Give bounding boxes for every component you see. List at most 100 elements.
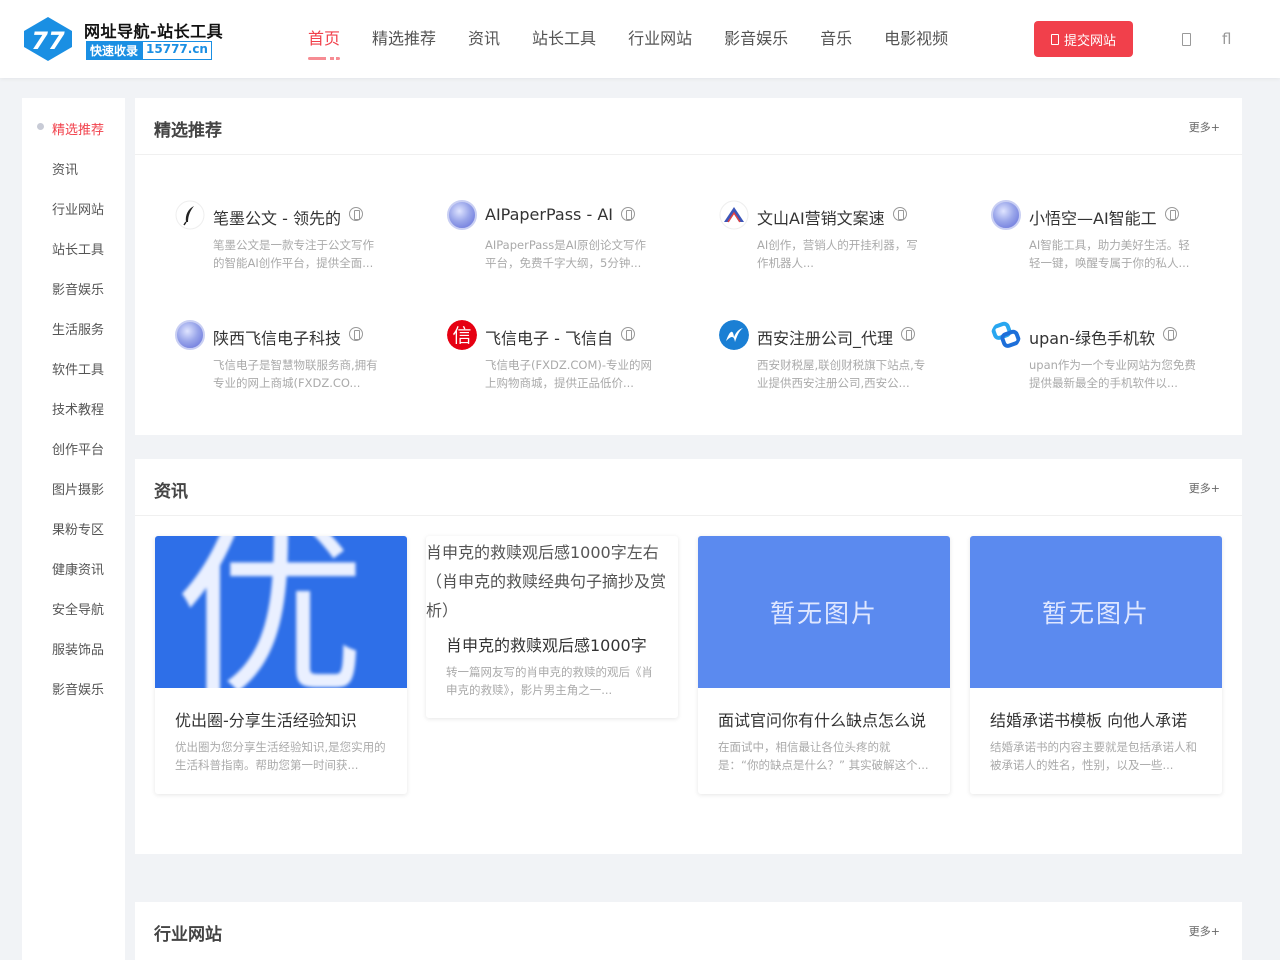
news-more-link[interactable]: 更多+ [1189, 480, 1220, 496]
xin-seal-char: 信 [452, 325, 471, 347]
site-desc: AIPaperPass是AI原创论文写作平台，免费千字大纲，5分钟... [485, 238, 647, 270]
news-card-desc: 在面试中，相信最让各位头疼的就是：“你的缺点是什么？” 其实破解这个... [718, 740, 929, 772]
site-name: 笔墨公文 - 领先的 [213, 209, 341, 228]
mountain-icon [719, 200, 749, 230]
info-icon[interactable] [349, 207, 363, 221]
site-logo[interactable]: 77 网址导航-站长工具 快速收录 15777.cn [22, 15, 224, 63]
site-desc: AI创作，营销人的开挂利器，写作机器人... [757, 238, 918, 270]
sidebar-item-featured[interactable]: 精选推荐 [52, 119, 104, 138]
sidebar-item-apple[interactable]: 果粉专区 [52, 519, 104, 538]
site-card[interactable]: 西安注册公司_代理 西安财税屋,联创财税旗下站点,专业提供西安注册公司,西安公.… [717, 320, 967, 420]
site-name: 文山AI营销文案速 [757, 209, 885, 228]
site-card[interactable]: 笔墨公文 - 领先的 笔墨公文是一款专注于公文写作的智能AI创作平台，提供全面.… [173, 200, 423, 300]
industry-more-link[interactable]: 更多+ [1189, 923, 1220, 939]
news-thumbnail: 优 [155, 536, 407, 688]
sidebar-item-tutorials[interactable]: 技术教程 [52, 399, 104, 418]
info-icon[interactable] [621, 327, 635, 341]
info-icon[interactable] [349, 327, 363, 341]
sidebar-item-webmaster[interactable]: 站长工具 [52, 239, 104, 258]
no-image-placeholder: 暂无图片 [970, 536, 1222, 688]
news-card[interactable]: 肖申克的救赎观后感1000字左右（肖申克的救赎经典句子摘抄及赏析） 肖申克的救赎… [426, 536, 678, 718]
news-title: 资讯 [154, 482, 188, 502]
submit-icon [1050, 33, 1059, 45]
sidebar-item-health[interactable]: 健康资讯 [52, 559, 104, 578]
industry-panel: 行业网站 更多+ [135, 902, 1242, 960]
sidebar-item-apparel[interactable]: 服装饰品 [52, 639, 104, 658]
site-card[interactable]: upan-绿色手机软 upan作为一个专业网站为您免费提供最新最全的手机软件以.… [989, 320, 1239, 420]
news-card[interactable]: 优 优出圈-分享生活经验知识 优出圈为您分享生活经验知识,是您实用的生活科普指南… [155, 536, 407, 794]
category-sidebar: 精选推荐 资讯 行业网站 站长工具 影音娱乐 生活服务 软件工具 技术教程 创作… [22, 98, 125, 960]
search-icon[interactable] [1182, 33, 1191, 46]
sidebar-item-news[interactable]: 资讯 [52, 159, 78, 178]
link-icon [991, 321, 1021, 348]
news-card-title: 结婚承诺书模板 向他人承诺 [990, 711, 1188, 730]
featured-more-link[interactable]: 更多+ [1189, 119, 1220, 135]
site-desc: AI智能工具，助力美好生活。轻轻一键，唤醒专属于你的私人... [1029, 238, 1190, 270]
news-card-title: 面试官问你有什么缺点怎么说 [718, 711, 927, 730]
sidebar-item-security[interactable]: 安全导航 [52, 599, 104, 618]
site-desc: 飞信电子是智慧物联服务商,拥有专业的网上商城(FXDZ.CO... [213, 358, 378, 390]
nav-webmaster-tools[interactable]: 站长工具 [532, 0, 596, 78]
featured-panel: 精选推荐 更多+ 笔墨公文 - 领先的 笔墨公文是一款专注于公文写作的智能AI创… [135, 98, 1242, 435]
globe-icon [991, 200, 1021, 230]
share-icon[interactable]: fl [1222, 30, 1231, 48]
submit-site-button[interactable]: 提交网站 [1034, 21, 1133, 57]
nav-music[interactable]: 音乐 [820, 0, 852, 78]
news-card-desc: 结婚承诺书的内容主要就是包括承诺人和被承诺人的姓名，性别，以及一些... [990, 740, 1197, 772]
pen-nib-icon [175, 200, 205, 230]
nav-movies[interactable]: 电影视频 [884, 0, 948, 78]
sidebar-item-industry[interactable]: 行业网站 [52, 199, 104, 218]
site-card[interactable]: 陕西飞信电子科技 飞信电子是智慧物联服务商,拥有专业的网上商城(FXDZ.CO.… [173, 320, 423, 420]
divider [135, 154, 1242, 155]
info-icon[interactable] [1165, 207, 1179, 221]
sidebar-item-software[interactable]: 软件工具 [52, 359, 104, 378]
main-nav: 首页 精选推荐 资讯 站长工具 行业网站 影音娱乐 音乐 电影视频 [308, 0, 980, 78]
site-desc: upan作为一个专业网站为您免费提供最新最全的手机软件以... [1029, 358, 1196, 390]
nav-entertainment[interactable]: 影音娱乐 [724, 0, 788, 78]
nav-home[interactable]: 首页 [308, 0, 341, 78]
news-card-desc: 优出圈为您分享生活经验知识,是您实用的生活科普指南。帮助您第一时间获... [175, 740, 386, 772]
submit-site-label: 提交网站 [1063, 33, 1116, 49]
info-icon[interactable] [893, 207, 907, 221]
sidebar-item-media[interactable]: 影音娱乐 [52, 679, 104, 698]
nav-industry-sites[interactable]: 行业网站 [628, 0, 692, 78]
news-card[interactable]: 暂无图片 结婚承诺书模板 向他人承诺 结婚承诺书的内容主要就是包括承诺人和被承诺… [970, 536, 1222, 794]
site-card[interactable]: AIPaperPass - AI AIPaperPass是AI原创论文写作平台，… [445, 200, 695, 300]
site-desc: 西安财税屋,联创财税旗下站点,专业提供西安注册公司,西安公... [757, 358, 926, 390]
site-card[interactable]: 小悟空—AI智能工 AI智能工具，助力美好生活。轻轻一键，唤醒专属于你的私人..… [989, 200, 1239, 300]
thumbnail-glyph: 优 [174, 536, 367, 688]
logo-subtitle: 快速收录 15777.cn [86, 41, 212, 60]
broken-image-alt: 肖申克的救赎观后感1000字左右（肖申克的救赎经典句子摘抄及赏析） [426, 543, 667, 620]
news-panel: 资讯 更多+ 优 优出圈-分享生活经验知识 优出圈为您分享生活经验知识,是您实用… [135, 459, 1242, 854]
site-name: upan-绿色手机软 [1029, 329, 1156, 348]
logo-title: 网址导航-站长工具 [84, 22, 224, 41]
site-desc: 飞信电子(FXDZ.COM)-专业的网上购物商城，提供正品低价... [485, 358, 653, 390]
sidebar-item-entertainment[interactable]: 影音娱乐 [52, 279, 104, 298]
sidebar-item-life[interactable]: 生活服务 [52, 319, 104, 338]
news-card-title: 优出圈-分享生活经验知识 [175, 711, 357, 730]
info-icon[interactable] [1163, 327, 1177, 341]
logo-sub-left: 快速收录 [86, 41, 143, 60]
sidebar-item-creation[interactable]: 创作平台 [52, 439, 104, 458]
site-name: AIPaperPass - AI [485, 205, 613, 224]
globe-icon [447, 200, 477, 230]
logo-badge-icon: 77 [24, 17, 72, 61]
site-name: 小悟空—AI智能工 [1029, 209, 1157, 228]
featured-title: 精选推荐 [154, 121, 222, 141]
nav-featured[interactable]: 精选推荐 [372, 0, 436, 78]
site-card[interactable]: 文山AI营销文案速 AI创作，营销人的开挂利器，写作机器人... [717, 200, 967, 300]
nav-news[interactable]: 资讯 [468, 0, 500, 78]
swoosh-icon [719, 320, 749, 350]
info-icon[interactable] [901, 327, 915, 341]
site-card[interactable]: 信 飞信电子 - 飞信自 飞信电子(FXDZ.COM)-专业的网上购物商城，提供… [445, 320, 695, 420]
top-header: 77 网址导航-站长工具 快速收录 15777.cn 首页 精选推荐 资讯 站长… [0, 0, 1280, 78]
news-card-title: 肖申克的救赎观后感1000字 [446, 636, 647, 655]
site-name: 飞信电子 - 飞信自 [485, 329, 613, 348]
sidebar-item-photo[interactable]: 图片摄影 [52, 479, 104, 498]
info-icon[interactable] [621, 207, 635, 221]
site-name: 陕西飞信电子科技 [213, 329, 342, 348]
xin-seal-icon: 信 [447, 320, 477, 350]
industry-title: 行业网站 [154, 925, 222, 945]
logo-badge-text: 77 [31, 27, 65, 55]
news-card[interactable]: 暂无图片 面试官问你有什么缺点怎么说 在面试中，相信最让各位头疼的就是：“你的缺… [698, 536, 950, 794]
